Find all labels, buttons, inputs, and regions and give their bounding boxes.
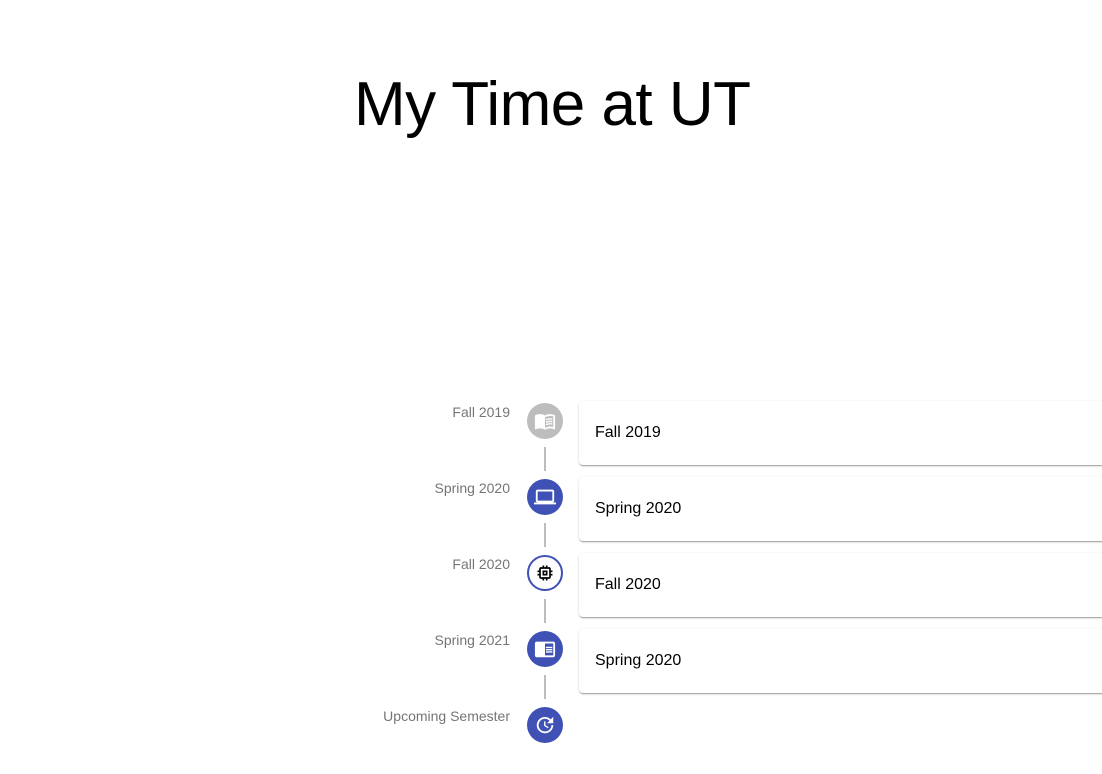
timeline-dot <box>527 479 563 515</box>
timeline-dot <box>527 631 563 667</box>
timeline-card-label: Fall 2020 <box>595 576 661 593</box>
page: My Time at UT Fall 2019 Fall 2019 Spring… <box>0 0 1102 774</box>
timeline-date-label: Upcoming Semester <box>383 708 510 724</box>
timeline-card-label: Fall 2019 <box>595 424 661 441</box>
timeline-date-label: Fall 2020 <box>452 556 510 572</box>
book-icon <box>534 410 556 432</box>
timeline-date-label: Spring 2020 <box>434 480 510 496</box>
timeline-connector <box>544 675 546 699</box>
timeline-dot <box>527 555 563 591</box>
timeline-card-label: Spring 2020 <box>595 652 682 669</box>
timeline-connector <box>544 447 546 471</box>
chrome-reader-icon <box>534 638 556 660</box>
chip-icon <box>535 563 555 583</box>
timeline-dot <box>527 707 563 743</box>
timeline-card[interactable]: Fall 2020 <box>579 553 1102 617</box>
update-icon <box>534 714 556 736</box>
timeline-connector <box>544 523 546 547</box>
timeline-card[interactable]: Spring 2020 <box>579 629 1102 693</box>
timeline-card-label: Spring 2020 <box>595 500 682 517</box>
timeline-dot <box>527 403 563 439</box>
timeline-date-label: Spring 2021 <box>434 632 510 648</box>
timeline-card[interactable]: Spring 2020 <box>579 477 1102 541</box>
timeline-connector <box>544 599 546 623</box>
timeline-card[interactable]: Fall 2019 <box>579 401 1102 465</box>
timeline-date-label: Fall 2019 <box>452 404 510 420</box>
laptop-icon <box>534 486 556 508</box>
timeline: Fall 2019 Fall 2019 Spring 2020 Spring 2… <box>0 0 1102 774</box>
